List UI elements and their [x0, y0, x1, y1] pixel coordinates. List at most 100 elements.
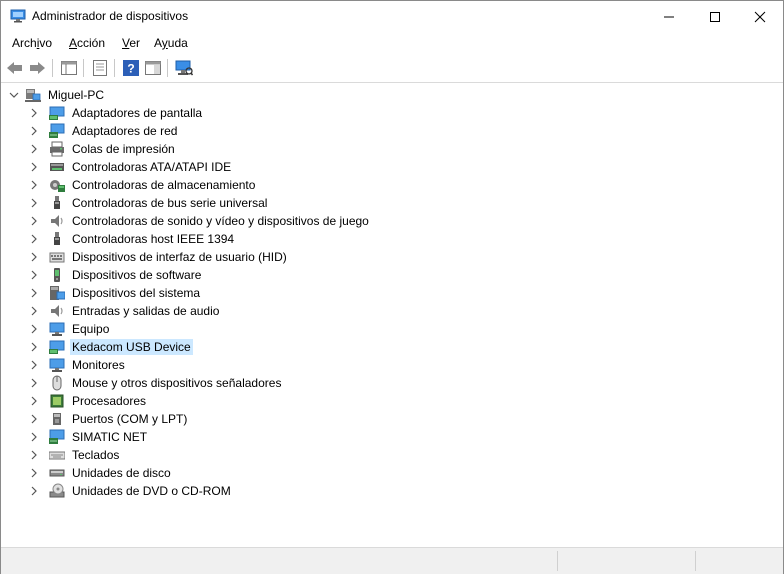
chevron-right-icon[interactable]	[29, 234, 39, 244]
chevron-right-icon[interactable]	[29, 450, 39, 460]
menu-archivo[interactable]: Archivo	[12, 36, 52, 50]
chevron-right-icon[interactable]	[29, 342, 39, 352]
forward-arrow-icon	[30, 62, 45, 74]
chevron-right-icon[interactable]	[29, 468, 39, 478]
tree-item-label: Unidades de disco	[72, 466, 171, 480]
chevron-right-icon[interactable]	[29, 396, 39, 406]
back-arrow-icon	[7, 62, 22, 74]
tree-item-label: Controladoras de bus serie universal	[72, 196, 268, 210]
chevron-right-icon[interactable]	[29, 432, 39, 442]
chevron-right-icon[interactable]	[29, 252, 39, 262]
menu-ver[interactable]: Ver	[122, 36, 140, 50]
chevron-right-icon[interactable]	[29, 216, 39, 226]
tree-item[interactable]: Procesadores	[29, 392, 148, 410]
help-button[interactable]: ?	[121, 58, 141, 78]
help-icon: ?	[123, 60, 139, 76]
disk-drive-icon	[49, 465, 65, 481]
toolbar-separator	[167, 59, 168, 77]
tree-item-label: Mouse y otros dispositivos señaladores	[72, 376, 282, 390]
system-device-icon	[49, 285, 65, 301]
device-manager-window: Administrador de dispositivos Archivo Ac…	[0, 0, 784, 574]
chevron-right-icon[interactable]	[29, 162, 39, 172]
speaker-icon	[49, 213, 65, 229]
status-panel	[557, 551, 696, 571]
usb-icon	[49, 195, 65, 211]
chevron-right-icon[interactable]	[29, 288, 39, 298]
simatic-icon	[49, 429, 65, 445]
tree-item-label: Kedacom USB Device	[70, 339, 193, 355]
tree-item-label: Entradas y salidas de audio	[72, 304, 220, 318]
hid-icon	[49, 249, 65, 265]
tree-item-label: Equipo	[72, 322, 110, 336]
display-adapter-icon	[49, 105, 65, 121]
tree-item[interactable]: SIMATIC NET	[29, 428, 149, 446]
tree-item[interactable]: Controladoras de sonido y vídeo y dispos…	[29, 212, 371, 230]
chevron-right-icon[interactable]	[29, 198, 39, 208]
menu-bar: Archivo Acción Ver Ayuda	[1, 32, 783, 53]
maximize-button[interactable]	[692, 1, 738, 32]
tree-item[interactable]: Dispositivos del sistema	[29, 284, 202, 302]
status-panel	[695, 551, 784, 571]
chevron-right-icon[interactable]	[29, 360, 39, 370]
action-view-button[interactable]	[143, 58, 163, 78]
device-manager-app-icon	[10, 9, 26, 23]
tree-item[interactable]: Controladoras de almacenamiento	[29, 176, 257, 194]
tree-item[interactable]: Adaptadores de red	[29, 122, 179, 140]
tree-item-label: Dispositivos de interfaz de usuario (HID…	[72, 250, 287, 264]
chevron-right-icon[interactable]	[29, 126, 39, 136]
tree-item[interactable]: Colas de impresión	[29, 140, 177, 158]
tree-item[interactable]: Puertos (COM y LPT)	[29, 410, 189, 428]
close-button[interactable]	[737, 1, 783, 32]
show-hide-console-tree-button[interactable]	[59, 58, 79, 78]
tree-item-label: Dispositivos de software	[72, 268, 202, 282]
audio-io-icon	[49, 303, 65, 319]
chevron-right-icon[interactable]	[29, 414, 39, 424]
menu-accion[interactable]: Acción	[69, 36, 105, 50]
chevron-right-icon[interactable]	[29, 270, 39, 280]
tree-item-label: Controladoras ATA/ATAPI IDE	[72, 160, 232, 174]
computer-icon	[49, 321, 65, 337]
tree-item[interactable]: Kedacom USB Device	[29, 338, 193, 356]
mouse-icon	[49, 375, 65, 391]
tree-item[interactable]: Controladoras de bus serie universal	[29, 194, 269, 212]
chevron-down-icon[interactable]	[9, 90, 19, 100]
chevron-right-icon[interactable]	[29, 306, 39, 316]
tree-item[interactable]: Controladoras ATA/ATAPI IDE	[29, 158, 233, 176]
device-tree: Miguel-PC Adaptadores de pantalla Adaptad…	[1, 83, 783, 547]
printer-icon	[49, 141, 65, 157]
tree-item[interactable]: Equipo	[29, 320, 111, 338]
tree-root-node[interactable]: Miguel-PC	[9, 86, 106, 104]
forward-button[interactable]	[27, 58, 47, 78]
tree-item[interactable]: Mouse y otros dispositivos señaladores	[29, 374, 283, 392]
tree-item[interactable]: Dispositivos de software	[29, 266, 203, 284]
network-adapter-icon	[49, 123, 65, 139]
tree-item[interactable]: Unidades de disco	[29, 464, 173, 482]
chevron-right-icon[interactable]	[29, 378, 39, 388]
chevron-right-icon[interactable]	[29, 180, 39, 190]
console-tree-icon	[61, 61, 77, 75]
chevron-right-icon[interactable]	[29, 144, 39, 154]
minimize-button[interactable]	[646, 1, 692, 32]
tree-item[interactable]: Teclados	[29, 446, 121, 464]
scan-hardware-button[interactable]	[174, 58, 194, 78]
storage-controller-icon	[49, 177, 65, 193]
chevron-right-icon[interactable]	[29, 108, 39, 118]
back-button[interactable]	[5, 58, 25, 78]
tree-item-label: Puertos (COM y LPT)	[72, 412, 188, 426]
menu-ayuda[interactable]: Ayuda	[154, 36, 188, 50]
software-device-icon	[49, 267, 65, 283]
tree-item-label: Adaptadores de red	[72, 124, 178, 138]
chevron-right-icon[interactable]	[29, 486, 39, 496]
tree-item[interactable]: Monitores	[29, 356, 127, 374]
scan-hardware-icon	[175, 60, 193, 76]
tree-item[interactable]: Adaptadores de pantalla	[29, 104, 204, 122]
toolbar-separator	[52, 59, 53, 77]
properties-button[interactable]	[90, 58, 110, 78]
tree-item[interactable]: Unidades de DVD o CD-ROM	[29, 482, 233, 500]
computer-icon	[25, 87, 41, 103]
tree-item[interactable]: Dispositivos de interfaz de usuario (HID…	[29, 248, 289, 266]
tree-item[interactable]: Entradas y salidas de audio	[29, 302, 221, 320]
toolbar-separator	[83, 59, 84, 77]
chevron-right-icon[interactable]	[29, 324, 39, 334]
tree-item[interactable]: Controladoras host IEEE 1394	[29, 230, 236, 248]
